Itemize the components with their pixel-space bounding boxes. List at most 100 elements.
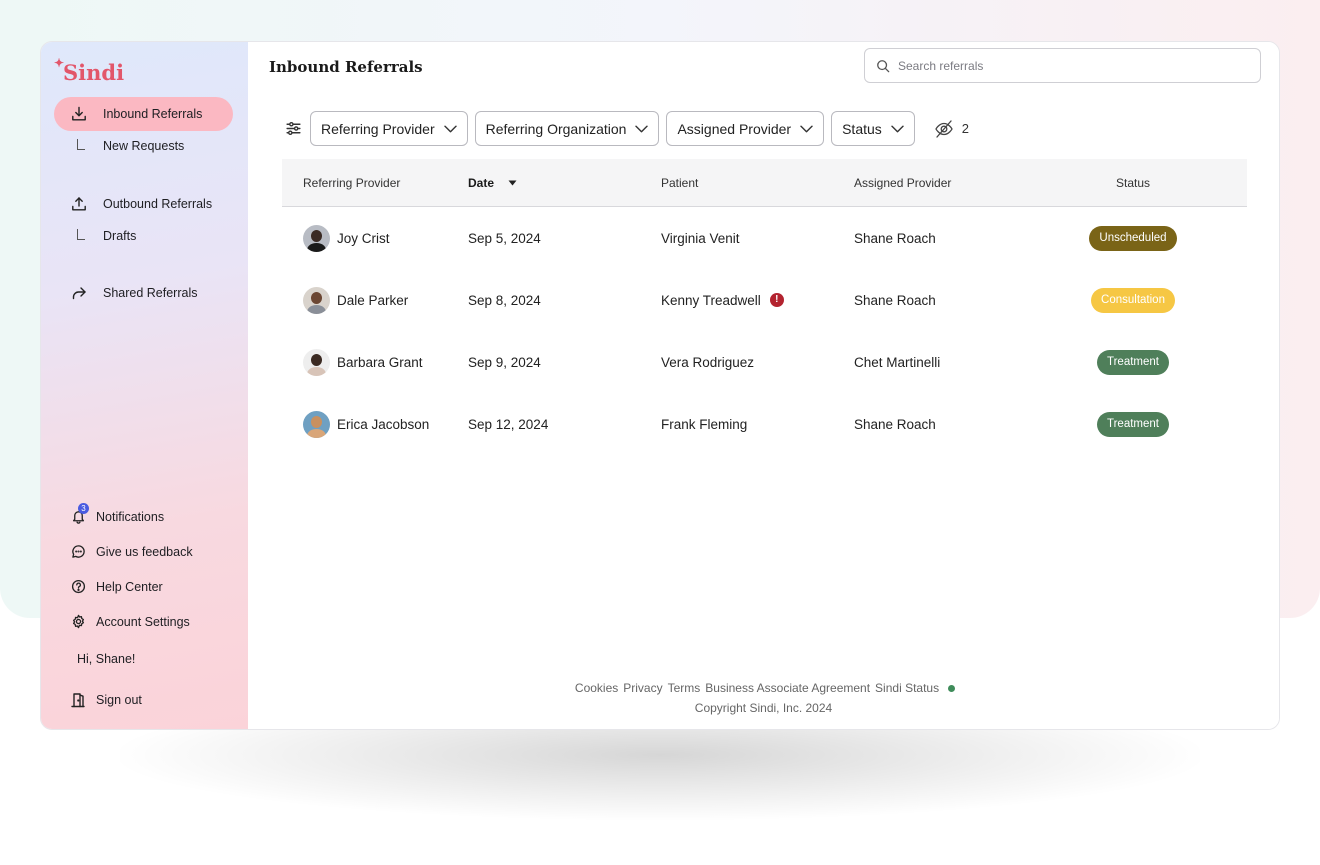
sidebar-subitem-new-requests[interactable]: New Requests xyxy=(77,138,184,153)
footer-link-privacy[interactable]: Privacy xyxy=(623,681,662,695)
assigned-provider-name: Shane Roach xyxy=(854,230,936,246)
column-header-date[interactable]: Date xyxy=(468,176,661,190)
copyright: Copyright Sindi, Inc. 2024 xyxy=(694,701,833,715)
sidebar-feedback[interactable]: Give us feedback xyxy=(69,544,193,559)
footer-link-terms[interactable]: Terms xyxy=(668,681,701,695)
referring-provider-name: Barbara Grant xyxy=(337,354,423,370)
sidebar-item-label: Shared Referrals xyxy=(103,286,198,300)
question-circle-icon xyxy=(69,579,87,594)
gear-icon xyxy=(69,614,87,629)
column-header-status[interactable]: Status xyxy=(1047,176,1247,190)
chevron-down-icon xyxy=(891,125,904,133)
chevron-down-icon xyxy=(443,125,457,133)
sidebar-item-inbound-referrals[interactable]: Inbound Referrals xyxy=(54,97,233,131)
status-indicator-dot xyxy=(947,684,955,692)
inbox-download-icon xyxy=(68,106,90,122)
table-row[interactable]: Dale Parker Sep 8, 2024 Kenny Treadwell … xyxy=(282,269,1247,331)
sidebar-subitem-drafts[interactable]: Drafts xyxy=(77,228,137,243)
notification-count-badge: 3 xyxy=(78,503,89,514)
hidden-items-toggle[interactable]: 2 xyxy=(934,119,969,139)
referral-date: Sep 8, 2024 xyxy=(468,292,541,308)
user-greeting: Hi, Shane! xyxy=(77,652,136,666)
status-badge: Treatment xyxy=(1097,349,1169,375)
table-header: Referring Provider Date Patient Assigned… xyxy=(282,159,1247,207)
footer-links: Cookies Privacy Terms Business Associate… xyxy=(248,681,1279,695)
filter-label: Status xyxy=(842,120,882,137)
sidebar-item-shared-referrals[interactable]: Shared Referrals xyxy=(54,276,233,310)
main-content: Inbound Referrals Referring Provider Ref… xyxy=(248,42,1279,729)
sidebar-account-settings[interactable]: Account Settings xyxy=(69,614,190,629)
chevron-down-icon xyxy=(635,125,649,133)
filter-label: Referring Organization xyxy=(485,120,627,137)
avatar xyxy=(303,286,330,314)
page-title: Inbound Referrals xyxy=(269,58,423,76)
assigned-provider-name: Chet Martinelli xyxy=(854,354,941,370)
chat-bubble-icon xyxy=(69,544,87,559)
sidebar-notifications[interactable]: 3 Notifications xyxy=(69,503,165,524)
column-header-assigned-provider[interactable]: Assigned Provider xyxy=(854,176,1047,190)
sidebar-item-label: Inbound Referrals xyxy=(103,107,203,121)
bottom-item-label: Give us feedback xyxy=(96,544,193,559)
filter-referring-provider[interactable]: Referring Provider xyxy=(310,111,468,146)
status-badge: Consultation xyxy=(1091,287,1175,313)
referring-provider-name: Erica Jacobson xyxy=(337,416,430,432)
sidebar-help-center[interactable]: Help Center xyxy=(69,579,163,594)
filter-assigned-provider[interactable]: Assigned Provider xyxy=(666,111,825,146)
upload-icon xyxy=(68,196,90,212)
search-input[interactable] xyxy=(898,58,1238,73)
avatar xyxy=(303,224,330,252)
footer: Cookies Privacy Terms Business Associate… xyxy=(248,681,1279,715)
column-header-patient[interactable]: Patient xyxy=(661,176,854,190)
filter-label: Referring Provider xyxy=(321,120,435,137)
alert-icon[interactable]: ! xyxy=(769,293,784,307)
chevron-down-icon xyxy=(800,125,813,133)
table-row[interactable]: Barbara Grant Sep 9, 2024 Vera Rodriguez… xyxy=(282,331,1247,393)
sidebar: ✦ Sindi Inbound Referrals New Requests O… xyxy=(41,42,248,729)
sidebar-item-label: Outbound Referrals xyxy=(103,197,213,211)
assigned-provider-name: Shane Roach xyxy=(854,292,936,308)
status-badge: Treatment xyxy=(1097,411,1169,437)
bell-icon: 3 xyxy=(69,503,89,524)
tree-elbow xyxy=(77,228,85,240)
column-header-referring-provider[interactable]: Referring Provider xyxy=(282,176,468,190)
sign-out-button[interactable]: Sign out xyxy=(69,692,142,708)
avatar xyxy=(303,348,330,376)
referral-date: Sep 12, 2024 xyxy=(468,416,549,432)
referrals-table: Referring Provider Date Patient Assigned… xyxy=(282,159,1247,455)
table-row[interactable]: Joy Crist Sep 5, 2024 Virginia Venit Sha… xyxy=(282,207,1247,269)
share-arrow-icon xyxy=(68,285,90,301)
brand-logo[interactable]: ✦ Sindi xyxy=(54,56,125,85)
filter-bar: Referring Provider Referring Organizatio… xyxy=(283,111,969,146)
eye-slash-icon xyxy=(935,119,953,138)
referral-date: Sep 5, 2024 xyxy=(468,230,541,246)
referring-provider-name: Joy Crist xyxy=(337,230,390,246)
footer-link-baa[interactable]: Business Associate Agreement xyxy=(705,681,870,695)
sidebar-subitem-label: Drafts xyxy=(103,229,137,243)
bottom-item-label: Help Center xyxy=(96,579,163,594)
sort-desc-icon[interactable] xyxy=(508,180,517,186)
bottom-item-label: Notifications xyxy=(96,509,165,524)
table-row[interactable]: Erica Jacobson Sep 12, 2024 Frank Flemin… xyxy=(282,393,1247,455)
footer-link-cookies[interactable]: Cookies xyxy=(575,681,618,695)
patient-name[interactable]: Virginia Venit xyxy=(661,231,740,246)
patient-name[interactable]: Kenny Treadwell xyxy=(661,293,761,308)
sparkle-icon: ✦ xyxy=(54,56,65,70)
patient-name[interactable]: Frank Fleming xyxy=(661,417,747,432)
footer-link-status[interactable]: Sindi Status xyxy=(875,681,939,695)
sign-out-label: Sign out xyxy=(96,693,142,707)
referring-provider-name: Dale Parker xyxy=(337,292,409,308)
brand-name: Sindi xyxy=(63,60,125,85)
column-header-label: Date xyxy=(468,175,495,190)
bottom-item-label: Account Settings xyxy=(96,614,190,629)
filter-label: Assigned Provider xyxy=(677,120,792,137)
app-window: ✦ Sindi Inbound Referrals New Requests O… xyxy=(40,41,1280,730)
filter-referring-organization[interactable]: Referring Organization xyxy=(474,111,660,146)
hidden-count: 2 xyxy=(961,121,970,136)
filter-status[interactable]: Status xyxy=(831,111,915,146)
referral-date: Sep 9, 2024 xyxy=(468,354,541,370)
sidebar-item-outbound-referrals[interactable]: Outbound Referrals xyxy=(54,187,233,221)
patient-name[interactable]: Vera Rodriguez xyxy=(661,355,754,370)
search-icon xyxy=(876,59,890,73)
sliders-icon[interactable] xyxy=(283,120,303,137)
search-box[interactable] xyxy=(864,48,1261,83)
